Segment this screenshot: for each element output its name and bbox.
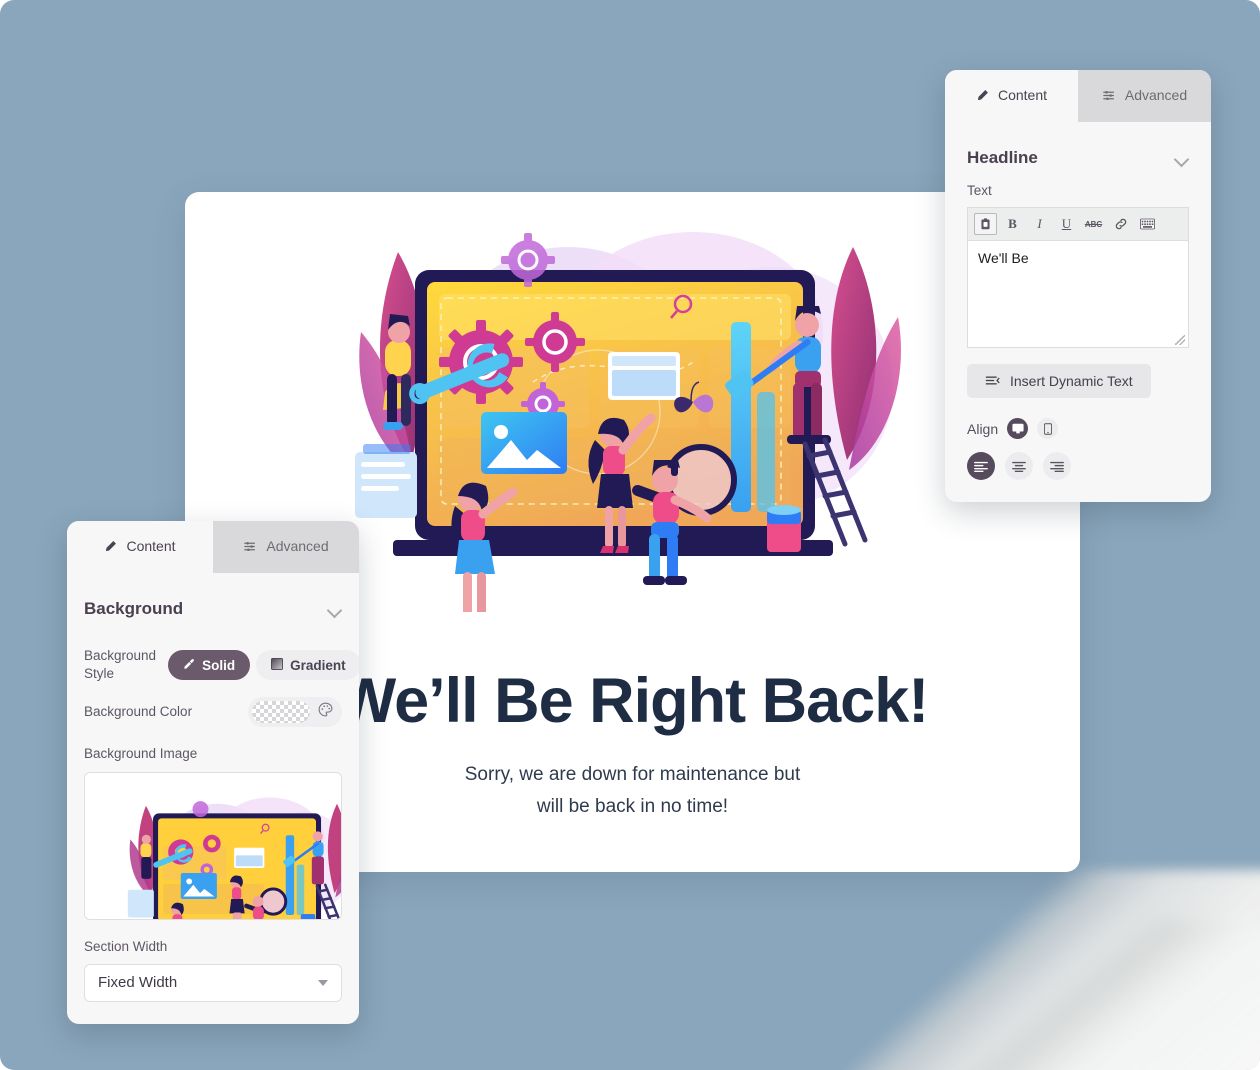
chevron-down-icon[interactable] [1175,154,1189,163]
headline-text-editor[interactable]: We'll Be [967,240,1189,349]
style-solid-button[interactable]: Solid [168,650,251,681]
background-color-swatch[interactable] [252,701,310,724]
sliders-icon [1102,89,1116,102]
page-headline: We’ll Be Right Back! [336,666,929,736]
blurred-photo-backdrop-highlight [910,920,1260,1070]
page-subtext-line-2: will be back in no time! [536,795,729,817]
background-style-label-line2: Style [84,666,115,682]
tab-advanced[interactable]: Advanced [1078,70,1211,122]
background-color-control [248,697,342,728]
bg-tab-advanced[interactable]: Advanced [213,521,359,573]
pencil-icon [104,540,117,553]
italic-icon[interactable]: I [1028,213,1051,235]
style-gradient-button[interactable]: Gradient [256,650,359,681]
resize-grip-icon[interactable] [1175,335,1185,346]
rich-text-toolbar: B I U ABC [967,207,1189,241]
background-image-label: Background Image [84,746,198,762]
headline-settings-panel: Content Advanced Headline Text B I U ABC… [945,70,1211,503]
background-style-label-line1: Background [84,648,157,663]
background-style-label: Background Style [84,647,156,683]
insert-dynamic-text-button[interactable]: Insert Dynamic Text [967,364,1151,399]
chevron-down-icon[interactable] [328,605,342,614]
gradient-icon [271,657,284,673]
headline-panel-tabs: Content Advanced [945,70,1211,122]
style-gradient-label: Gradient [290,657,346,673]
align-left-button[interactable] [967,452,995,481]
background-style-row: Background Style Solid Gradient [84,647,359,683]
align-label: Align [967,420,999,437]
background-image-preview[interactable] [84,771,342,920]
maintenance-illustration [353,212,913,622]
align-device-row: Align [967,418,1189,440]
palette-icon[interactable] [318,702,333,722]
section-width-value: Fixed Width [98,974,178,992]
bg-tab-advanced-label: Advanced [266,538,329,554]
headline-editor-value: We'll Be [978,250,1029,267]
section-width-select[interactable]: Fixed Width [84,963,342,1002]
background-section-header[interactable]: Background [84,573,342,633]
align-right-button[interactable] [1043,452,1071,481]
page-subtext-line-1: Sorry, we are down for maintenance but [464,764,801,785]
desktop-canvas: We’ll Be Right Back! Sorry, we are down … [0,0,1260,1070]
chevron-down-icon [318,979,328,986]
background-color-label: Background Color [84,704,193,720]
desktop-icon[interactable] [1007,418,1029,440]
tab-advanced-label: Advanced [1124,87,1188,103]
eyedropper-icon [183,658,195,673]
text-field-label: Text [967,183,992,198]
background-panel-tabs: Content Advanced [67,521,359,573]
bg-tab-content[interactable]: Content [67,521,213,573]
strikethrough-icon[interactable]: ABC [1082,213,1105,235]
keyboard-icon[interactable] [1136,213,1159,235]
background-color-row: Background Color [84,697,342,728]
tab-content[interactable]: Content [945,70,1078,122]
background-settings-panel: Content Advanced Background Background S… [67,521,359,1024]
background-style-toggle: Solid Gradient [168,650,359,681]
blurred-photo-backdrop [840,870,1260,1070]
insert-dynamic-text-label: Insert Dynamic Text [1010,373,1133,390]
headline-section-title: Headline [967,148,1038,167]
underline-icon[interactable]: U [1055,213,1078,235]
pencil-icon [976,89,989,102]
text-align-group [967,452,1189,481]
background-section-title: Background [84,599,184,618]
style-solid-label: Solid [202,657,236,673]
link-icon[interactable] [1109,213,1132,235]
bold-icon[interactable]: B [1001,213,1024,235]
dynamic-text-icon [985,373,1000,389]
tab-content-label: Content [997,87,1048,103]
align-center-button[interactable] [1005,452,1033,481]
section-width-label: Section Width [84,938,168,954]
mobile-icon[interactable] [1037,418,1059,440]
bg-tab-content-label: Content [126,538,176,554]
paste-icon[interactable] [974,213,997,236]
page-subtext: Sorry, we are down for maintenance but w… [465,759,801,823]
headline-section-header[interactable]: Headline [967,122,1189,182]
sliders-icon [243,540,257,553]
